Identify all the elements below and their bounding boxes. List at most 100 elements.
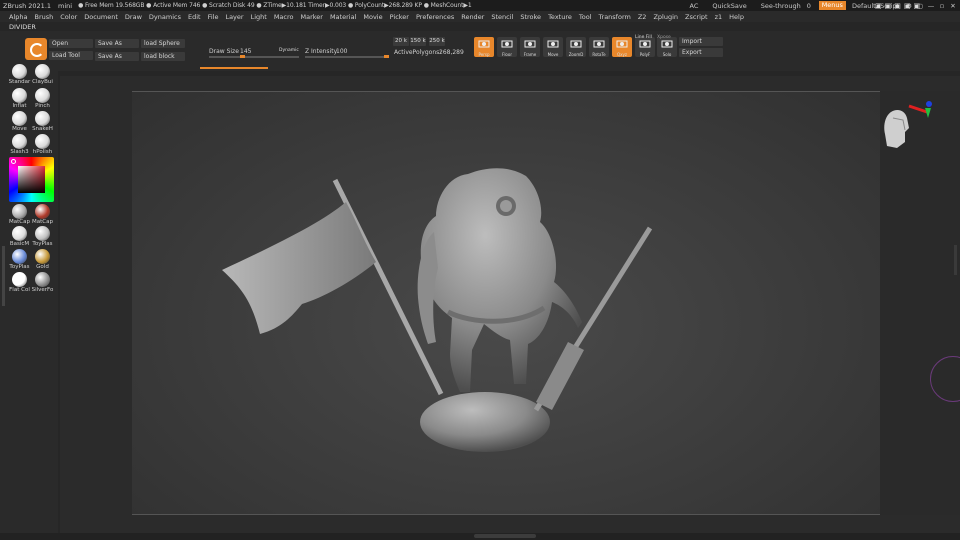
zoomd-label: ZoomD bbox=[568, 52, 584, 57]
quicksave-button[interactable]: QuickSave bbox=[712, 2, 746, 10]
persp-icon bbox=[478, 39, 490, 49]
tool-standar-0[interactable]: Standar bbox=[7, 64, 32, 85]
floor-button[interactable]: Floor bbox=[497, 37, 517, 57]
z-intensity-track bbox=[305, 56, 389, 58]
color-picker[interactable] bbox=[9, 157, 54, 202]
tool-label: hPolish bbox=[32, 149, 53, 155]
menu-picker[interactable]: Picker bbox=[390, 13, 409, 21]
move-button[interactable]: Move bbox=[543, 37, 563, 57]
load-tool-button[interactable]: Load Tool bbox=[49, 51, 93, 60]
load-block-button[interactable]: load block bbox=[141, 52, 185, 61]
see-through-slider[interactable]: See-through 0 bbox=[760, 1, 813, 11]
menu-edit[interactable]: Edit bbox=[188, 13, 201, 21]
menu-alpha[interactable]: Alpha bbox=[9, 13, 27, 21]
export-button[interactable]: Export bbox=[679, 48, 723, 57]
z-intensity-knob[interactable] bbox=[384, 55, 389, 58]
qxyz-button[interactable]: Qxyz bbox=[612, 37, 632, 57]
menu-transform[interactable]: Transform bbox=[599, 13, 631, 21]
tool-matcap-9[interactable]: MatCap bbox=[30, 204, 55, 225]
persp-button[interactable]: Persp bbox=[474, 37, 494, 57]
tool-toyplas-12[interactable]: ToyPlas bbox=[7, 249, 32, 270]
menu-z2[interactable]: Z2 bbox=[638, 13, 647, 21]
dynamic-toggle[interactable]: Dynamic bbox=[279, 48, 299, 53]
poly-tag-1[interactable]: 150 k bbox=[410, 37, 426, 46]
menu-preferences[interactable]: Preferences bbox=[416, 13, 454, 21]
menu-draw[interactable]: Draw bbox=[125, 13, 142, 21]
tool-hpolish-7[interactable]: hPolish bbox=[30, 134, 55, 155]
menu-stencil[interactable]: Stencil bbox=[491, 13, 513, 21]
document-canvas[interactable] bbox=[132, 91, 880, 515]
tool-snakeh-5[interactable]: SnakeH bbox=[30, 111, 55, 132]
open-button[interactable]: Open bbox=[49, 39, 93, 48]
left-scroll-handle[interactable] bbox=[2, 246, 5, 306]
tool-matcap-8[interactable]: MatCap bbox=[7, 204, 32, 225]
tool-thumbnail-icon bbox=[12, 272, 27, 287]
menu-color[interactable]: Color bbox=[60, 13, 77, 21]
menu-material[interactable]: Material bbox=[330, 13, 356, 21]
status-stats: ● Free Mem 19.568GB ● Active Mem 746 ● S… bbox=[78, 2, 472, 9]
tool-label: Move bbox=[12, 126, 27, 132]
see-through-label: See-through bbox=[760, 1, 801, 10]
menu-marker[interactable]: Marker bbox=[300, 13, 322, 21]
menu-dynamics[interactable]: Dynamics bbox=[149, 13, 181, 21]
polyf-button[interactable]: PolyF bbox=[635, 37, 655, 57]
lightbox-icon[interactable] bbox=[25, 38, 47, 60]
menu-light[interactable]: Light bbox=[251, 13, 267, 21]
menu-stroke[interactable]: Stroke bbox=[520, 13, 541, 21]
menu-zplugin[interactable]: Zplugin bbox=[653, 13, 678, 21]
menu-macro[interactable]: Macro bbox=[274, 13, 294, 21]
qxyz-icon bbox=[616, 39, 628, 49]
menus-button[interactable]: Menus bbox=[818, 1, 846, 10]
rotate-button[interactable]: RotaTe bbox=[589, 37, 609, 57]
right-scroll-handle[interactable] bbox=[954, 245, 957, 275]
menu-tool[interactable]: Tool bbox=[579, 13, 592, 21]
tool-slash3-6[interactable]: Slash3 bbox=[7, 134, 32, 155]
tool-basicm-10[interactable]: BasicM bbox=[7, 226, 32, 247]
bottom-tray-toggle[interactable] bbox=[474, 534, 536, 538]
color-picker-square[interactable] bbox=[18, 166, 45, 193]
tool-label: Pinch bbox=[35, 103, 50, 109]
close-icon[interactable]: ✕ bbox=[949, 2, 957, 10]
save-as-button[interactable]: Save As bbox=[95, 39, 139, 48]
menu-help[interactable]: Help bbox=[729, 13, 744, 21]
tool-flat-col-14[interactable]: Flat Col bbox=[7, 272, 32, 293]
ac-button[interactable]: AC bbox=[689, 2, 698, 10]
import-button[interactable]: Import bbox=[679, 37, 723, 46]
tool-label: Inflat bbox=[12, 103, 27, 109]
tool-inflat-2[interactable]: Inflat bbox=[7, 88, 32, 109]
tool-pinch-3[interactable]: Pinch bbox=[30, 88, 55, 109]
menu-render[interactable]: Render bbox=[461, 13, 484, 21]
tool-claybui-1[interactable]: ClayBui bbox=[30, 64, 55, 85]
zoomd-button[interactable]: ZoomD bbox=[566, 37, 586, 57]
tool-gold-13[interactable]: Gold bbox=[30, 249, 55, 270]
tool-thumbnail-icon bbox=[35, 88, 50, 103]
menu-movie[interactable]: Movie bbox=[363, 13, 382, 21]
poly-tag-0[interactable]: 20 k bbox=[393, 37, 409, 46]
tool-silverfo-15[interactable]: SilverFo bbox=[30, 272, 55, 293]
tool-toyplas-11[interactable]: ToyPlas bbox=[30, 226, 55, 247]
load-sphere-button[interactable]: load Sphere bbox=[141, 39, 185, 48]
menu-brush[interactable]: Brush bbox=[34, 13, 53, 21]
tool-thumbnail-icon bbox=[35, 111, 50, 126]
frame-button[interactable]: Frame bbox=[520, 37, 540, 57]
menu-texture[interactable]: Texture bbox=[548, 13, 572, 21]
menu-file[interactable]: File bbox=[208, 13, 219, 21]
menu-z1[interactable]: z1 bbox=[715, 13, 723, 21]
floor-label: Floor bbox=[502, 52, 512, 57]
save-as-tool-button[interactable]: Save As bbox=[95, 52, 139, 61]
polyf-icon bbox=[639, 39, 651, 49]
minimize-icon[interactable]: — bbox=[927, 2, 935, 10]
navigation-head-icon[interactable] bbox=[881, 98, 941, 158]
poly-tag-2[interactable]: 250 k bbox=[429, 37, 445, 46]
maximize-icon[interactable]: ▫ bbox=[938, 2, 946, 10]
tool-thumbnail-icon bbox=[35, 249, 50, 264]
menu-zscript[interactable]: Zscript bbox=[685, 13, 708, 21]
menu-layer[interactable]: Layer bbox=[225, 13, 243, 21]
menu-document[interactable]: Document bbox=[84, 13, 118, 21]
tool-thumbnail-icon bbox=[35, 64, 50, 79]
solo-button[interactable]: Solo bbox=[657, 37, 677, 57]
tool-thumbnail-icon bbox=[35, 134, 50, 149]
draw-size-knob[interactable] bbox=[240, 55, 245, 58]
persp-label: Persp bbox=[478, 52, 490, 57]
tool-move-4[interactable]: Move bbox=[7, 111, 32, 132]
